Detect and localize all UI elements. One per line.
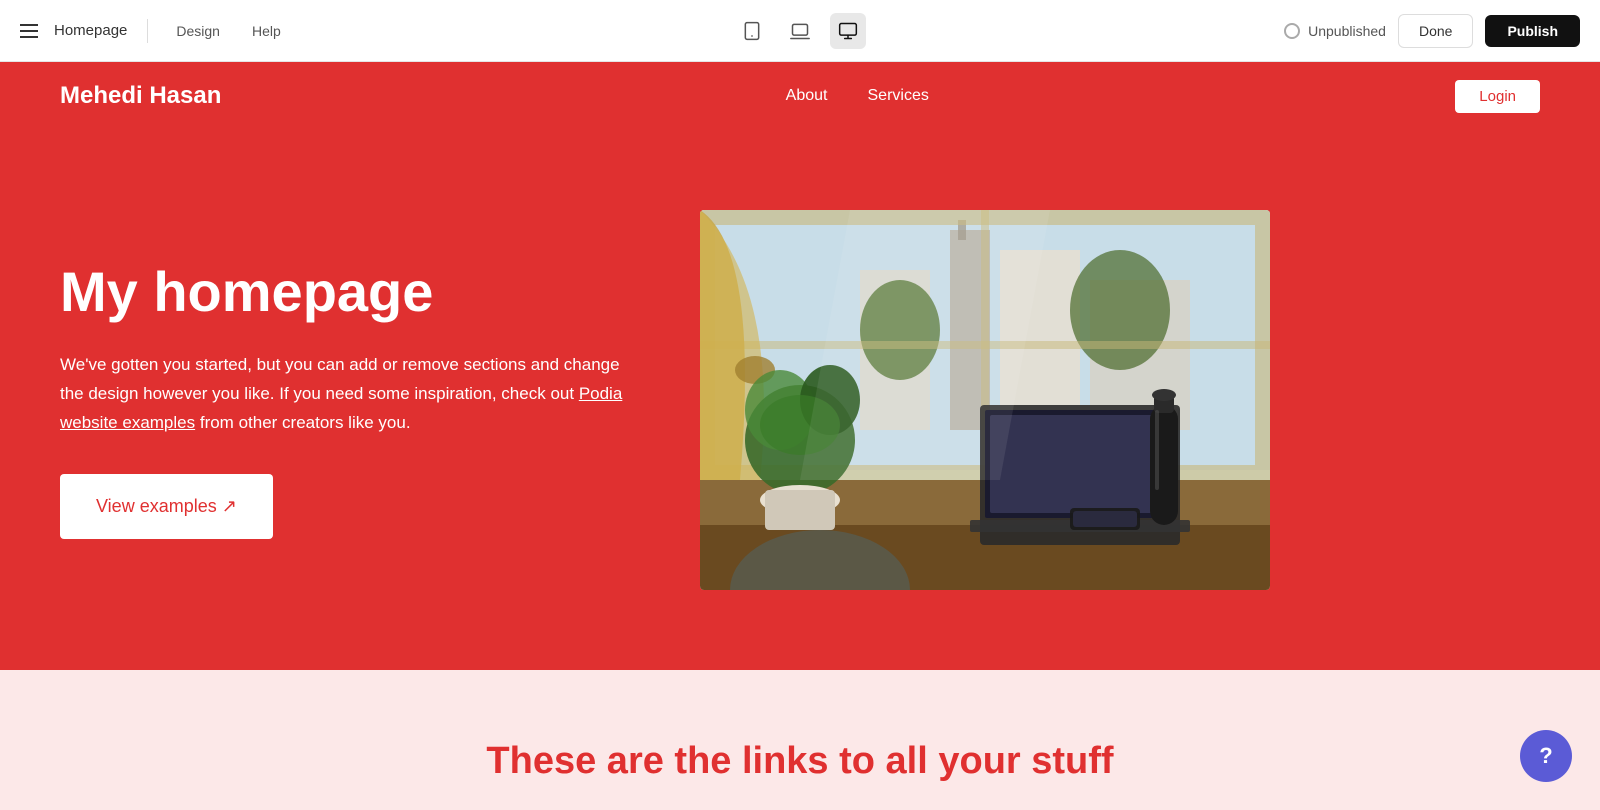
site-logo: Mehedi Hasan [60,82,221,110]
topbar-left: Homepage Design Help [20,19,289,43]
unpublished-label: Unpublished [1308,23,1386,39]
tablet-device-button[interactable] [734,13,770,49]
device-switcher [734,13,866,49]
nav-services[interactable]: Services [867,87,928,105]
laptop-device-button[interactable] [782,13,818,49]
help-button[interactable]: ? [1520,730,1572,782]
hero-desc-text1: We've gotten you started, but you can ad… [60,355,620,403]
hero-content: My homepage We've gotten you started, bu… [60,261,640,538]
hero-description: We've gotten you started, but you can ad… [60,351,640,438]
desktop-device-button[interactable] [830,13,866,49]
unpublished-status: Unpublished [1284,23,1386,39]
topbar-design[interactable]: Design [168,19,228,43]
site-nav-links: About Services [786,87,929,105]
topbar-help[interactable]: Help [244,19,289,43]
site-name: Homepage [54,22,127,39]
view-examples-button[interactable]: View examples ↗ [60,474,273,539]
website-preview: Mehedi Hasan About Services Login My hom… [0,62,1600,810]
publish-button[interactable]: Publish [1485,15,1580,47]
links-section: These are the links to all your stuff Li… [0,670,1600,810]
topbar-divider [147,19,148,43]
login-button[interactable]: Login [1455,80,1540,113]
hamburger-menu-icon[interactable] [20,24,38,38]
hero-image [700,210,1270,590]
hero-title: My homepage [60,261,640,323]
done-button[interactable]: Done [1398,14,1473,48]
hero-section: My homepage We've gotten you started, bu… [0,130,1600,670]
nav-about[interactable]: About [786,87,828,105]
hero-desc-text2: from other creators like you. [195,413,410,432]
links-title: These are the links to all your stuff [60,740,1540,783]
site-navigation: Mehedi Hasan About Services Login [0,62,1600,130]
topbar-right: Unpublished Done Publish [1284,14,1580,48]
topbar: Homepage Design Help [0,0,1600,62]
unpublished-circle-icon [1284,23,1300,39]
